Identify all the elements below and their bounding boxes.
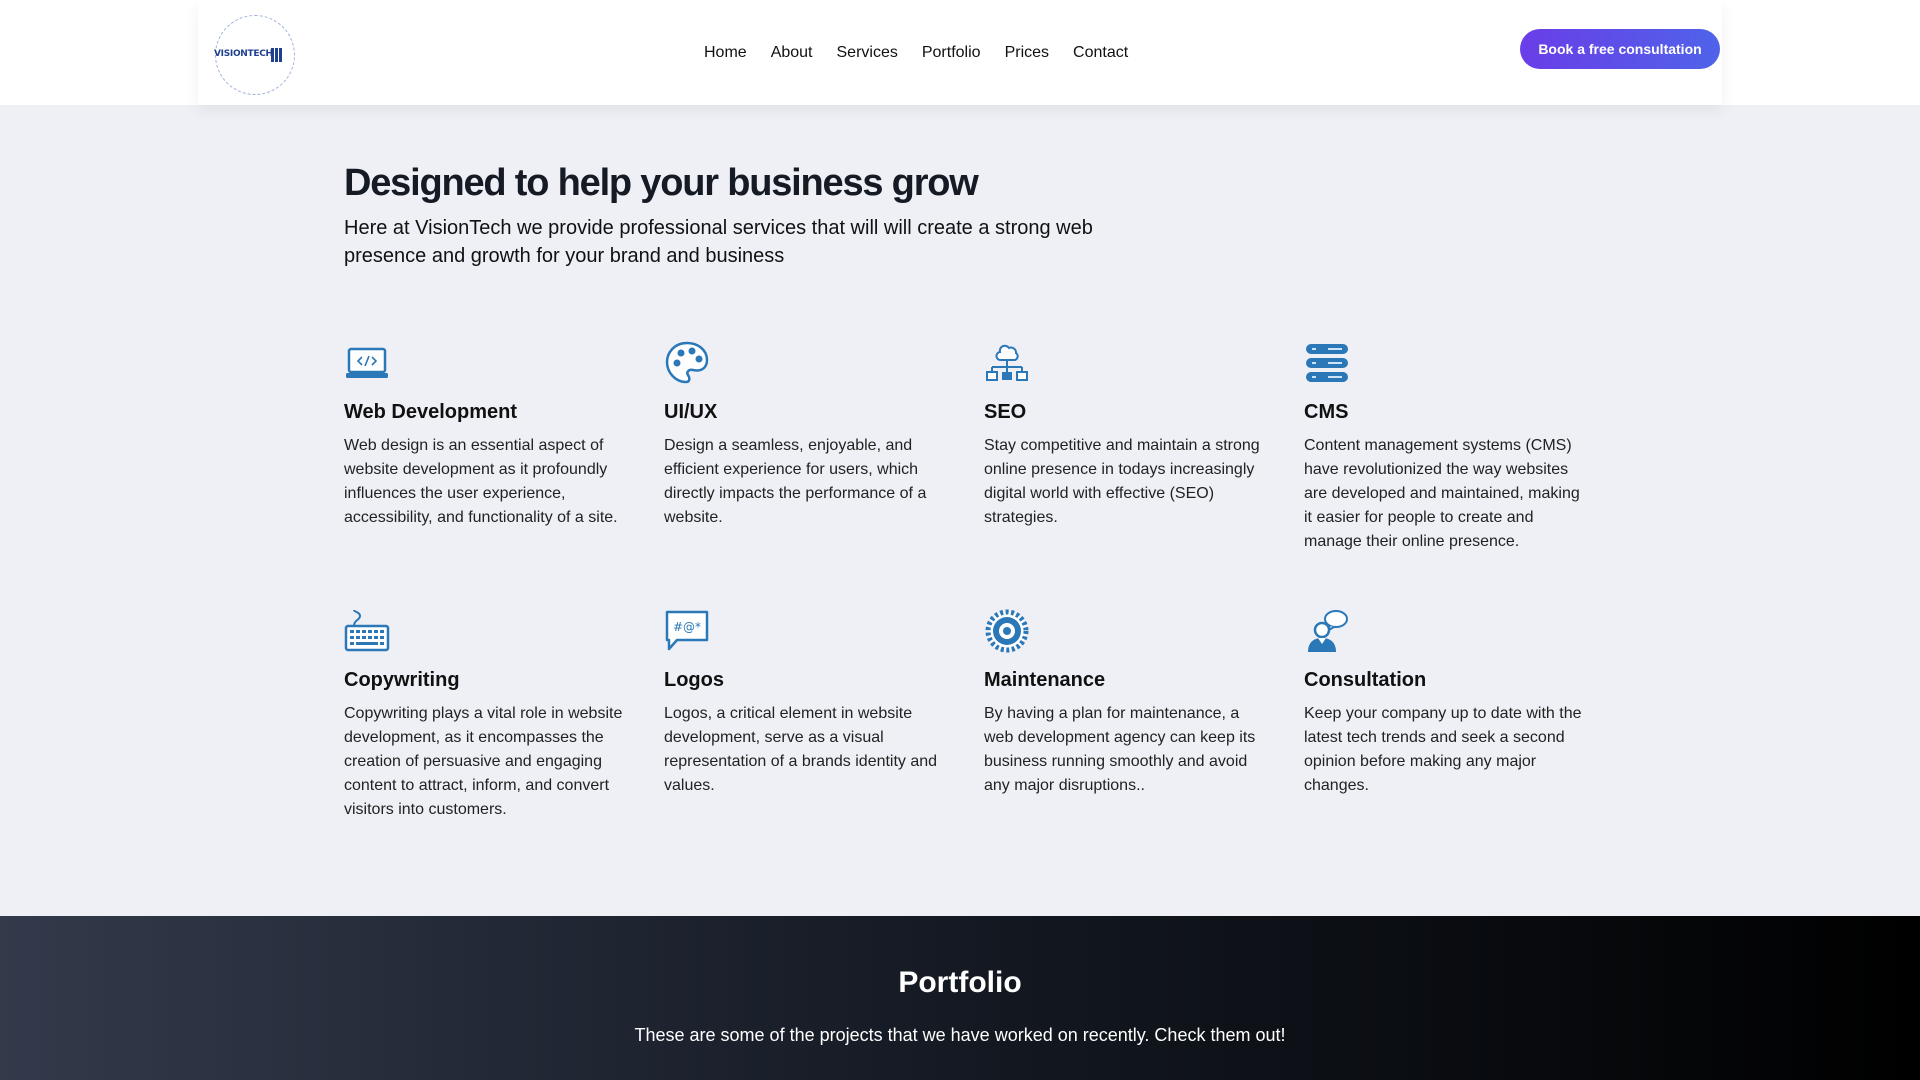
services-title: Designed to help your business grow bbox=[344, 162, 979, 204]
service-card-cms: CMS Content management systems (CMS) hav… bbox=[1304, 340, 1584, 554]
nav-about[interactable]: About bbox=[771, 44, 813, 62]
service-card-ui-ux: UI/UX Design a seamless, enjoyable, and … bbox=[664, 340, 944, 530]
site-header: VISIONTECH Home About Services Portfolio… bbox=[198, 0, 1722, 105]
portfolio-title: Portfolio bbox=[898, 966, 1022, 999]
service-description: Stay competitive and maintain a strong o… bbox=[984, 437, 1260, 526]
palette-icon bbox=[665, 341, 709, 384]
svg-text:#@*: #@* bbox=[673, 620, 701, 634]
service-title: Maintenance bbox=[984, 669, 1106, 691]
database-icon bbox=[1306, 344, 1348, 382]
service-card-maintenance: Maintenance By having a plan for mainten… bbox=[984, 608, 1264, 798]
services-intro: Here at VisionTech we provide profession… bbox=[344, 217, 1093, 267]
service-title: Logos bbox=[664, 669, 724, 691]
keyboard-icon bbox=[344, 609, 390, 652]
service-description: Keep your company up to date with the la… bbox=[1304, 705, 1582, 794]
portfolio-section: Portfolio These are some of the projects… bbox=[0, 916, 1920, 1080]
speech-bubble-icon: #@* bbox=[665, 610, 709, 651]
service-title: UI/UX bbox=[664, 401, 718, 423]
service-card-consultation: Consultation Keep your company up to dat… bbox=[1304, 608, 1584, 798]
service-description: Web design is an essential aspect of web… bbox=[344, 437, 618, 526]
gear-icon bbox=[985, 609, 1029, 653]
nav-home[interactable]: Home bbox=[704, 44, 747, 62]
service-title: Web Development bbox=[344, 401, 517, 423]
network-icon bbox=[986, 344, 1028, 381]
service-card-logos: #@* Logos Logos, a critical element in w… bbox=[664, 608, 944, 798]
portfolio-subtitle: These are some of the projects that we h… bbox=[634, 1025, 1286, 1045]
service-title: SEO bbox=[984, 401, 1027, 423]
laptop-code-icon bbox=[346, 347, 388, 378]
book-consultation-button[interactable]: Book a free consultation bbox=[1520, 29, 1720, 69]
logo-wordmark: VISIONTECH bbox=[214, 49, 273, 59]
service-description: Content management systems (CMS) have re… bbox=[1304, 437, 1580, 550]
service-title: Consultation bbox=[1304, 669, 1427, 691]
visiontech-logo[interactable]: VISIONTECH bbox=[214, 15, 295, 95]
service-card-copywriting: Copywriting Copywriting plays a vital ro… bbox=[344, 608, 624, 822]
service-title: Copywriting bbox=[344, 669, 460, 691]
logo-bars-icon bbox=[271, 48, 287, 62]
nav-contact[interactable]: Contact bbox=[1073, 44, 1128, 62]
service-description: Copywriting plays a vital role in websit… bbox=[344, 705, 623, 818]
service-card-seo: SEO Stay competitive and maintain a stro… bbox=[984, 340, 1264, 530]
main-nav: Home About Services Portfolio Prices Con… bbox=[704, 44, 1152, 62]
services-section: Designed to help your business grow Here… bbox=[344, 160, 1644, 270]
service-description: Logos, a critical element in website dev… bbox=[664, 705, 938, 794]
nav-prices[interactable]: Prices bbox=[1005, 44, 1049, 62]
service-card-web-development: Web Development Web design is an essenti… bbox=[344, 340, 624, 530]
nav-portfolio[interactable]: Portfolio bbox=[922, 44, 981, 62]
service-title: CMS bbox=[1304, 401, 1349, 423]
service-description: Design a seamless, enjoyable, and effici… bbox=[664, 437, 927, 526]
nav-services[interactable]: Services bbox=[837, 44, 898, 62]
consultant-icon bbox=[1308, 610, 1348, 652]
service-description: By having a plan for maintenance, a web … bbox=[984, 705, 1256, 794]
